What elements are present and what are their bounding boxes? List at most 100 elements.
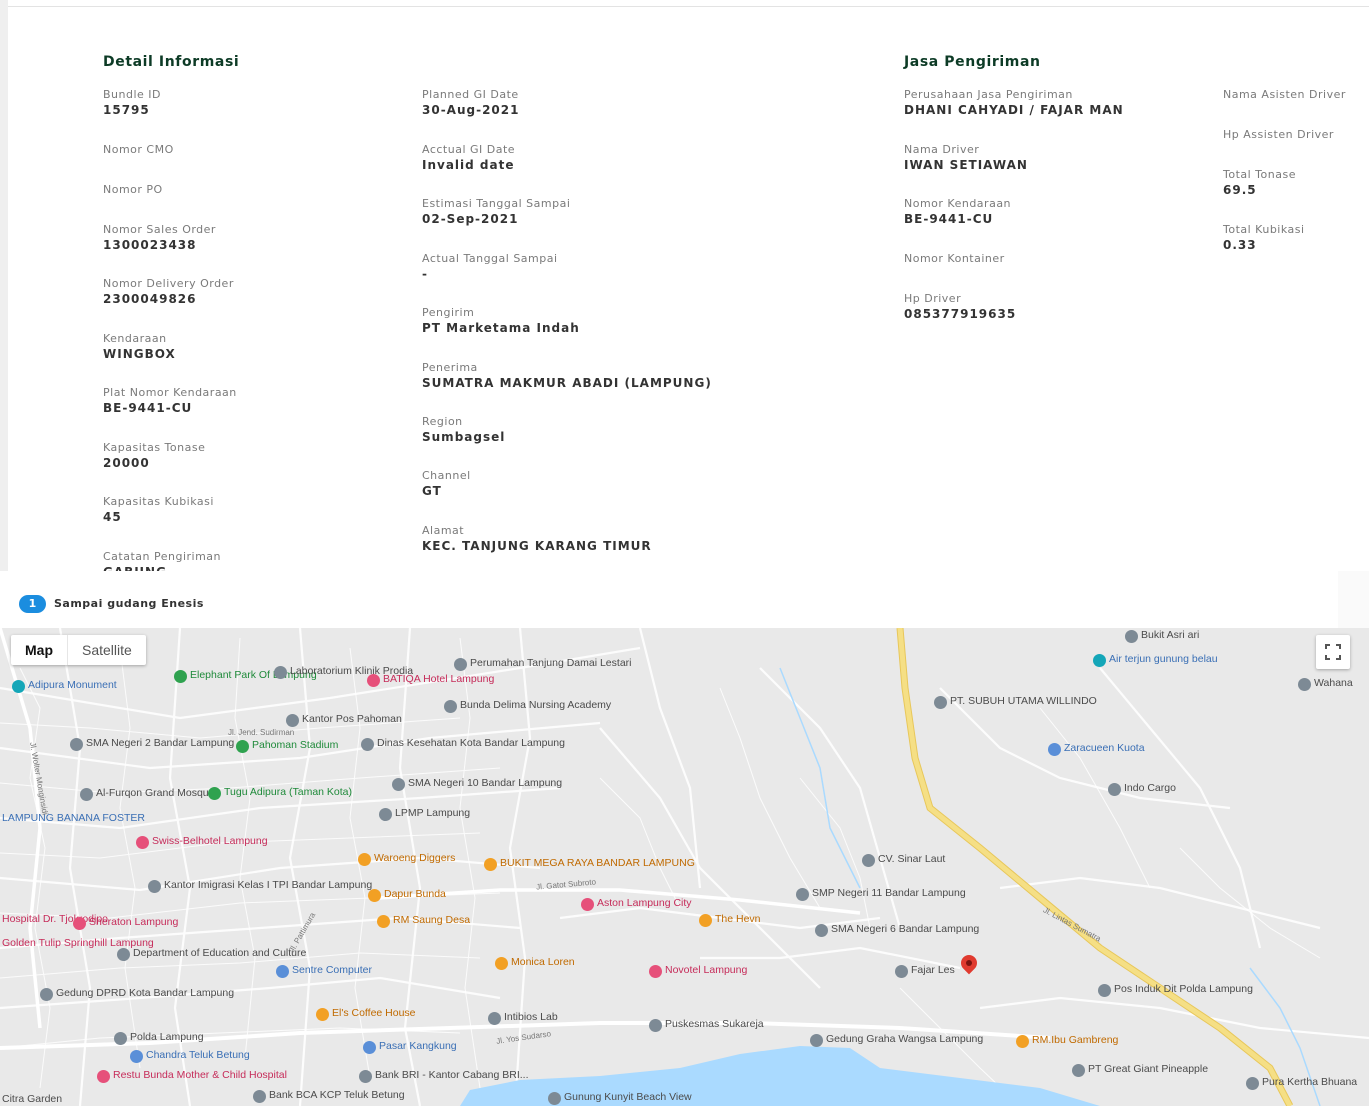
place-label[interactable]: BATIQA Hotel Lampung	[383, 674, 494, 685]
place-label[interactable]: RM.Ibu Gambreng	[1032, 1035, 1118, 1046]
place-pin-icon[interactable]	[40, 988, 53, 1001]
place-label[interactable]: El's Coffee House	[332, 1008, 416, 1019]
place-pin-icon[interactable]	[815, 924, 828, 937]
place-pin-icon[interactable]	[1298, 678, 1311, 691]
place-label[interactable]: Restu Bunda Mother & Child Hospital	[113, 1070, 287, 1081]
place-pin-icon[interactable]	[236, 740, 249, 753]
place-label[interactable]: Puskesmas Sukareja	[665, 1019, 764, 1030]
map-type-map[interactable]: Map	[11, 635, 67, 665]
place-label[interactable]: LPMP Lampung	[395, 808, 470, 819]
place-label[interactable]: Perumahan Tanjung Damai Lestari	[470, 658, 631, 669]
place-pin-icon[interactable]	[97, 1070, 110, 1083]
place-pin-icon[interactable]	[359, 1070, 372, 1083]
place-label[interactable]: Zaracueen Kuota	[1064, 743, 1145, 754]
map-type-toggle[interactable]: Map Satellite	[11, 635, 146, 665]
place-pin-icon[interactable]	[444, 700, 457, 713]
place-label[interactable]: Pahoman Stadium	[252, 740, 338, 751]
place-pin-icon[interactable]	[392, 778, 405, 791]
place-pin-icon[interactable]	[253, 1090, 266, 1103]
place-pin-icon[interactable]	[12, 680, 25, 693]
place-label[interactable]: Sentre Computer	[292, 965, 372, 976]
place-label[interactable]: Novotel Lampung	[665, 965, 747, 976]
fullscreen-button[interactable]	[1316, 635, 1350, 669]
place-label[interactable]: Al-Furqon Grand Mosque	[96, 788, 214, 799]
place-label[interactable]: Fajar Les	[911, 965, 955, 976]
place-label[interactable]: Kantor Imigrasi Kelas I TPI Bandar Lampu…	[164, 880, 372, 891]
place-label[interactable]: Tugu Adipura (Taman Kota)	[224, 787, 352, 798]
place-pin-icon[interactable]	[80, 788, 93, 801]
place-pin-icon[interactable]	[377, 915, 390, 928]
place-pin-icon[interactable]	[316, 1008, 329, 1021]
place-pin-icon[interactable]	[73, 917, 86, 930]
place-pin-icon[interactable]	[1098, 984, 1111, 997]
place-label[interactable]: Pasar Kangkung	[379, 1041, 457, 1052]
place-label[interactable]: Gedung Graha Wangsa Lampung	[826, 1034, 983, 1045]
place-pin-icon[interactable]	[862, 854, 875, 867]
place-pin-icon[interactable]	[1093, 654, 1106, 667]
place-label[interactable]: Aston Lampung City	[597, 898, 692, 909]
place-pin-icon[interactable]	[358, 853, 371, 866]
place-pin-icon[interactable]	[130, 1050, 143, 1063]
place-pin-icon[interactable]	[454, 658, 467, 671]
place-pin-icon[interactable]	[1108, 783, 1121, 796]
place-label[interactable]: Wahana	[1314, 678, 1353, 689]
place-pin-icon[interactable]	[70, 738, 83, 751]
place-pin-icon[interactable]	[148, 880, 161, 893]
place-label[interactable]: Department of Education and Culture	[133, 948, 306, 959]
place-label[interactable]: Kantor Pos Pahoman	[302, 714, 402, 725]
place-pin-icon[interactable]	[796, 888, 809, 901]
place-label[interactable]: Dinas Kesehatan Kota Bandar Lampung	[377, 738, 565, 749]
place-label[interactable]: Bunda Delima Nursing Academy	[460, 700, 611, 711]
place-pin-icon[interactable]	[208, 787, 221, 800]
map-type-satellite[interactable]: Satellite	[67, 635, 146, 665]
place-label[interactable]: Bank BRI - Kantor Cabang BRI...	[375, 1070, 529, 1081]
place-label[interactable]: PT Great Giant Pineapple	[1088, 1064, 1208, 1075]
place-label[interactable]: Pos Induk Dit Polda Lampung	[1114, 984, 1253, 995]
place-label[interactable]: Bukit Asri ari	[1141, 630, 1199, 641]
place-pin-icon[interactable]	[1246, 1077, 1259, 1090]
place-label[interactable]: Adipura Monument	[28, 680, 117, 691]
step-number-badge[interactable]: 1	[19, 595, 46, 613]
place-pin-icon[interactable]	[699, 914, 712, 927]
place-pin-icon[interactable]	[286, 714, 299, 727]
place-label[interactable]: Citra Garden	[2, 1094, 62, 1105]
place-pin-icon[interactable]	[1016, 1035, 1029, 1048]
place-pin-icon[interactable]	[274, 666, 287, 679]
place-pin-icon[interactable]	[581, 898, 594, 911]
place-pin-icon[interactable]	[379, 808, 392, 821]
place-label[interactable]: Sheraton Lampung	[89, 917, 178, 928]
place-pin-icon[interactable]	[495, 957, 508, 970]
place-label[interactable]: Dapur Bunda	[384, 889, 446, 900]
place-label[interactable]: Chandra Teluk Betung	[146, 1050, 250, 1061]
place-label[interactable]: Indo Cargo	[1124, 783, 1176, 794]
place-pin-icon[interactable]	[117, 948, 130, 961]
place-label[interactable]: SMA Negeri 10 Bandar Lampung	[408, 778, 562, 789]
place-pin-icon[interactable]	[1072, 1064, 1085, 1077]
place-pin-icon[interactable]	[136, 836, 149, 849]
place-label[interactable]: PT. SUBUH UTAMA WILLINDO	[950, 696, 1097, 707]
place-pin-icon[interactable]	[276, 965, 289, 978]
place-label[interactable]: Gedung DPRD Kota Bandar Lampung	[56, 988, 234, 999]
place-label[interactable]: The Hevn	[715, 914, 761, 925]
place-pin-icon[interactable]	[548, 1092, 561, 1105]
place-label[interactable]: Air terjun gunung belau	[1109, 654, 1218, 665]
place-label[interactable]: SMP Negeri 11 Bandar Lampung	[812, 888, 966, 899]
place-pin-icon[interactable]	[174, 670, 187, 683]
place-pin-icon[interactable]	[649, 1019, 662, 1032]
place-pin-icon[interactable]	[363, 1041, 376, 1054]
place-pin-icon[interactable]	[361, 738, 374, 751]
place-label[interactable]: Gunung Kunyit Beach View	[564, 1092, 692, 1103]
place-pin-icon[interactable]	[1125, 630, 1138, 643]
map-view[interactable]: Map Satellite Adipura Monument Elephant P…	[0, 628, 1369, 1106]
place-pin-icon[interactable]	[895, 965, 908, 978]
place-pin-icon[interactable]	[484, 858, 497, 871]
place-pin-icon[interactable]	[114, 1032, 127, 1045]
place-pin-icon[interactable]	[649, 965, 662, 978]
place-label[interactable]: RM Saung Desa	[393, 915, 470, 926]
place-label[interactable]: Waroeng Diggers	[374, 853, 455, 864]
place-label[interactable]: LAMPUNG BANANA FOSTER	[2, 813, 145, 824]
place-label[interactable]: BUKIT MEGA RAYA BANDAR LAMPUNG	[500, 858, 695, 869]
place-pin-icon[interactable]	[810, 1034, 823, 1047]
place-label[interactable]: CV. Sinar Laut	[878, 854, 945, 865]
place-pin-icon[interactable]	[1048, 743, 1061, 756]
